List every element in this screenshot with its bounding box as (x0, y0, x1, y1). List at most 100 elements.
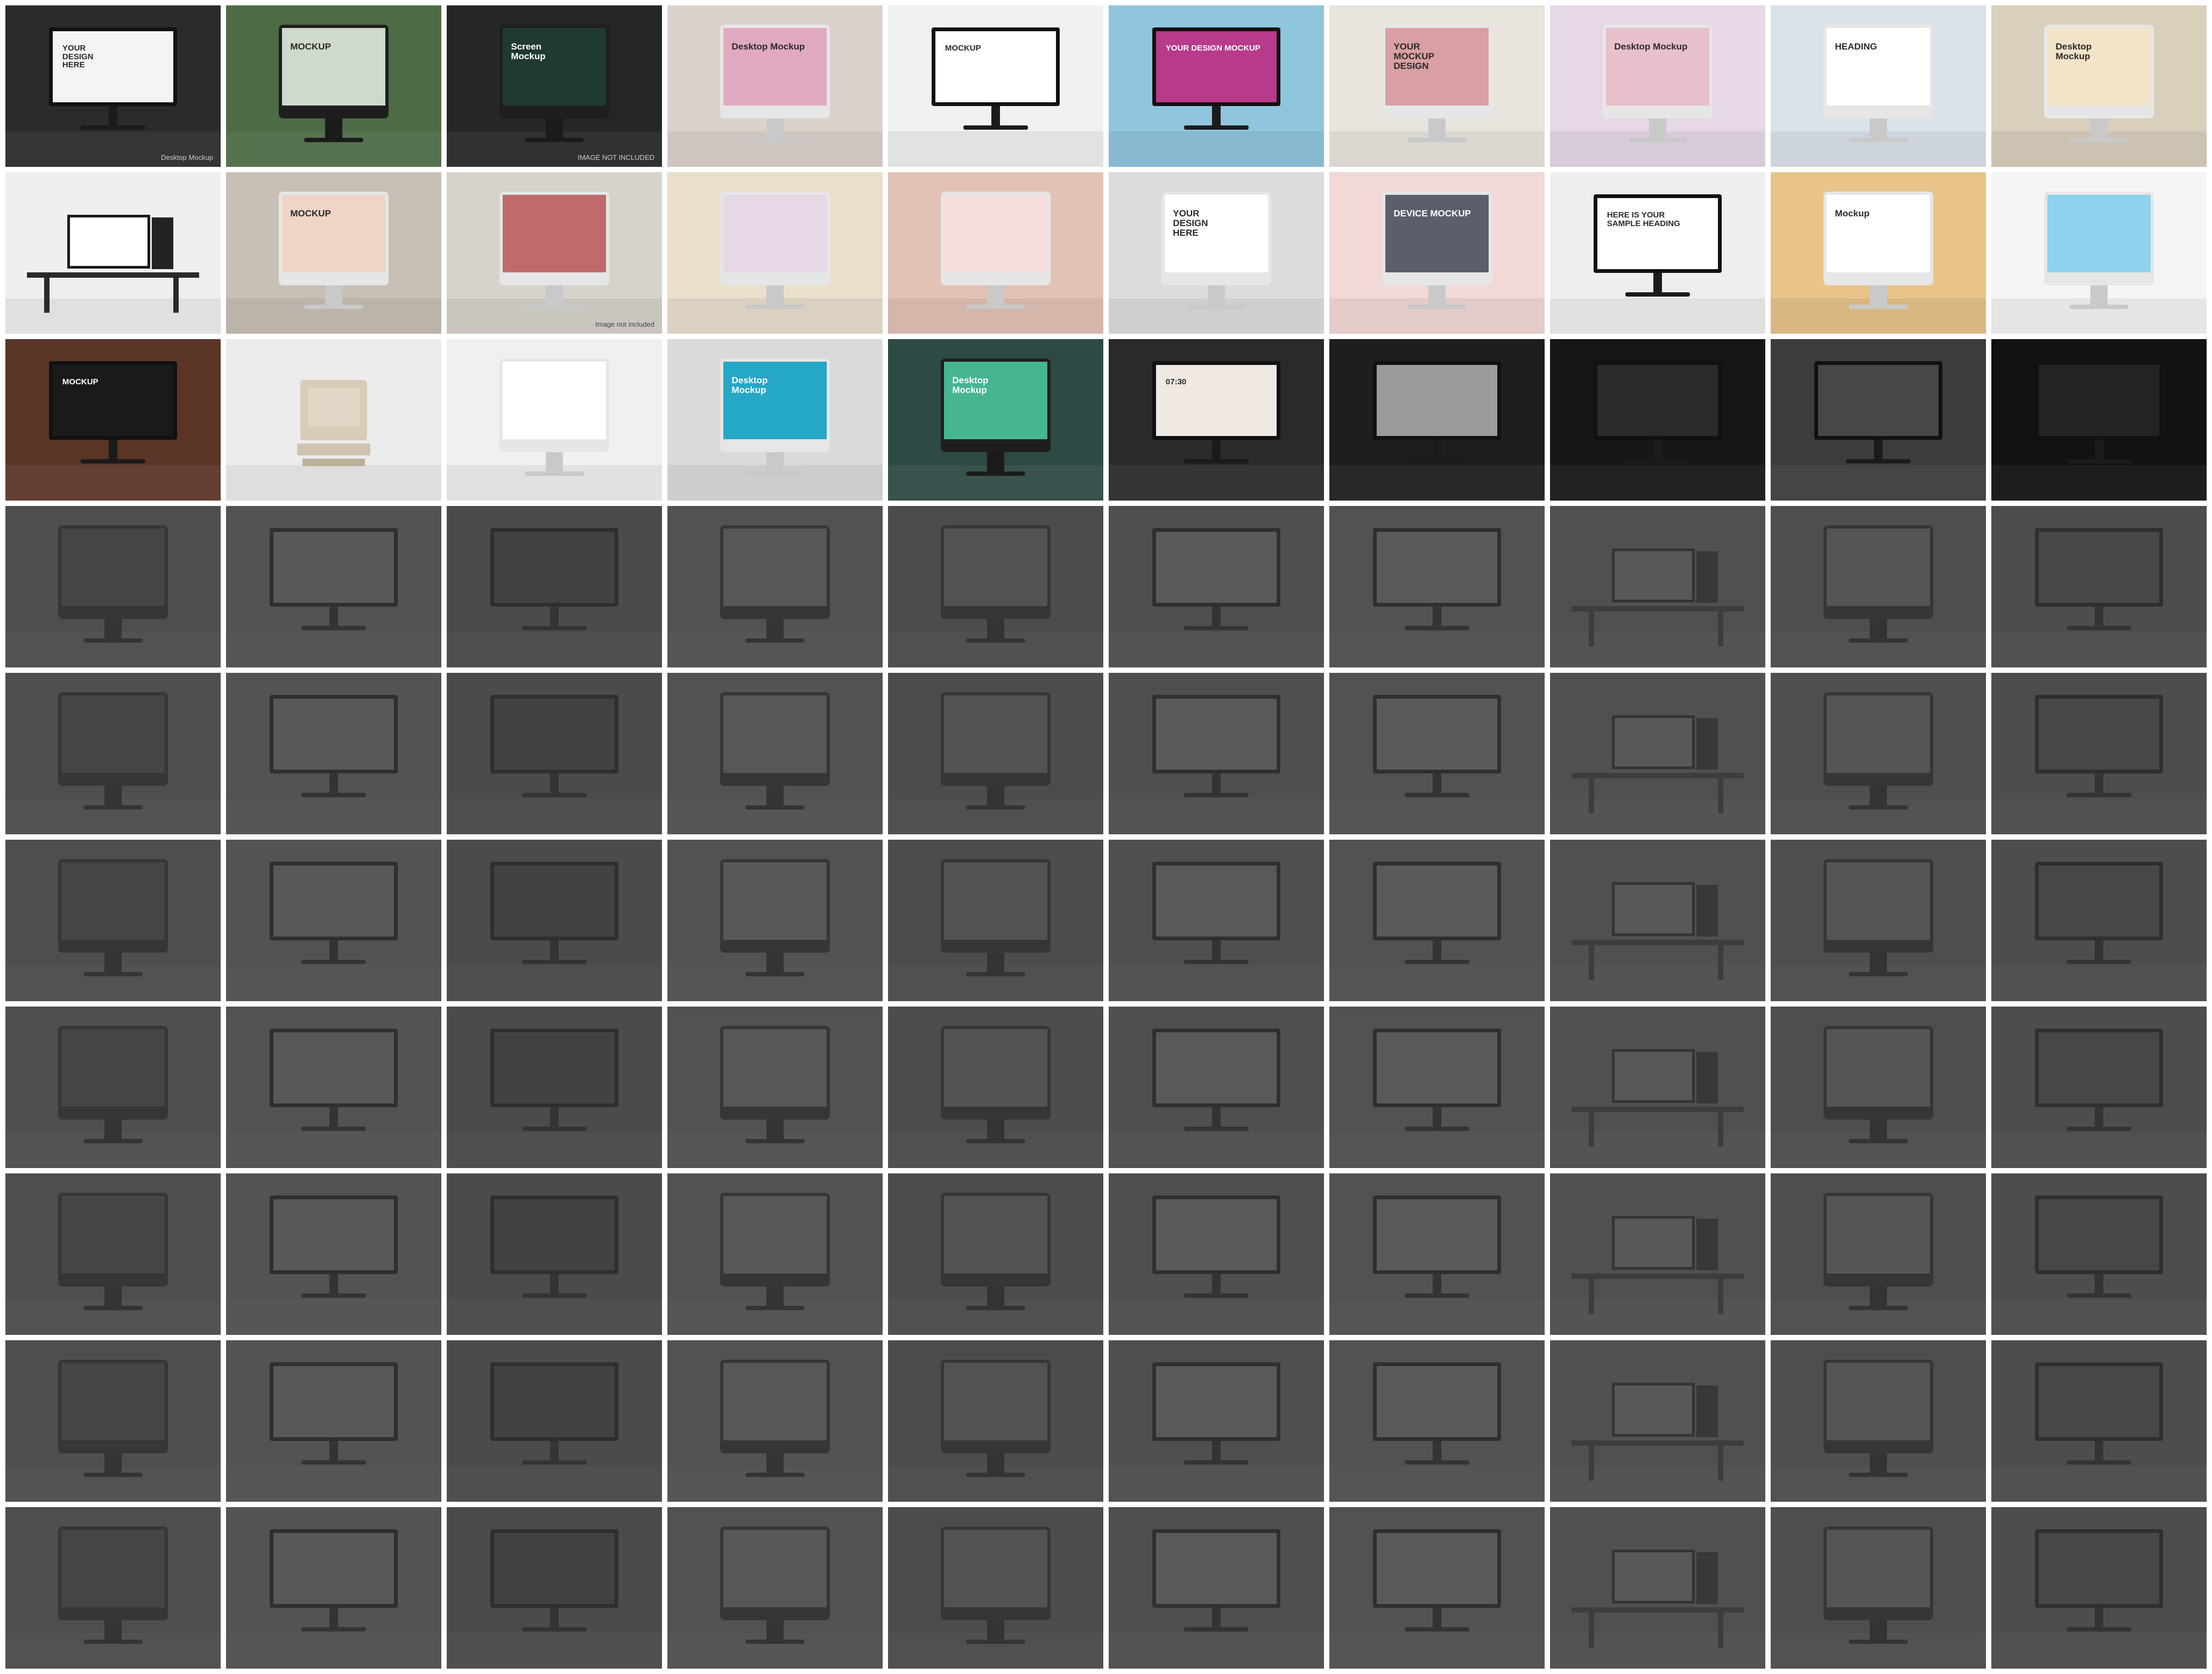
mockup-thumbnail[interactable] (1329, 1507, 1545, 1669)
mockup-thumbnail[interactable] (1771, 840, 1986, 1001)
mockup-thumbnail[interactable] (667, 506, 883, 667)
mockup-thumbnail[interactable]: MOCKUP (888, 5, 1103, 167)
mockup-thumbnail[interactable]: HEADING (1771, 5, 1986, 167)
mockup-thumbnail[interactable] (888, 506, 1103, 667)
mockup-thumbnail[interactable]: YOUR DESIGN HERE (1109, 172, 1324, 334)
mockup-thumbnail[interactable]: Desktop Mockup (667, 339, 883, 501)
mockup-thumbnail[interactable] (1991, 1340, 2207, 1502)
mockup-thumbnail[interactable] (1550, 840, 1765, 1001)
mockup-thumbnail[interactable]: MOCKUP (226, 172, 441, 334)
mockup-thumbnail[interactable] (1991, 339, 2207, 501)
mockup-thumbnail[interactable] (1771, 673, 1986, 834)
mockup-thumbnail[interactable] (447, 506, 662, 667)
mockup-thumbnail[interactable] (1991, 1173, 2207, 1335)
mockup-thumbnail[interactable] (1550, 1007, 1765, 1168)
mockup-thumbnail[interactable] (5, 1173, 221, 1335)
mockup-thumbnail[interactable] (1991, 673, 2207, 834)
mockup-thumbnail[interactable] (5, 1507, 221, 1669)
mockup-thumbnail[interactable]: YOUR DESIGN MOCKUP (1109, 5, 1324, 167)
mockup-thumbnail[interactable] (226, 1173, 441, 1335)
mockup-thumbnail[interactable]: 07:30 (1109, 339, 1324, 501)
mockup-thumbnail[interactable] (1109, 1340, 1324, 1502)
mockup-thumbnail[interactable]: Screen Mockup IMAGE NOT INCLUDED (447, 5, 662, 167)
mockup-thumbnail[interactable] (226, 1007, 441, 1168)
mockup-thumbnail[interactable] (1550, 1340, 1765, 1502)
mockup-thumbnail[interactable] (1991, 840, 2207, 1001)
mockup-thumbnail[interactable] (1550, 339, 1765, 501)
mockup-thumbnail[interactable] (226, 1340, 441, 1502)
mockup-thumbnail[interactable] (1550, 506, 1765, 667)
mockup-thumbnail[interactable] (1329, 1340, 1545, 1502)
mockup-thumbnail[interactable] (1991, 1007, 2207, 1168)
mockup-thumbnail[interactable] (5, 506, 221, 667)
mockup-thumbnail[interactable] (888, 1173, 1103, 1335)
mockup-thumbnail[interactable] (888, 172, 1103, 334)
mockup-thumbnail[interactable] (667, 840, 883, 1001)
mockup-thumbnail[interactable] (888, 673, 1103, 834)
mockup-thumbnail[interactable] (1329, 673, 1545, 834)
mockup-thumbnail[interactable] (1109, 1007, 1324, 1168)
mockup-thumbnail[interactable] (447, 1173, 662, 1335)
mockup-thumbnail[interactable] (1550, 1507, 1765, 1669)
mockup-thumbnail[interactable] (447, 1507, 662, 1669)
mockup-thumbnail[interactable] (1329, 1007, 1545, 1168)
mockup-thumbnail[interactable] (888, 1507, 1103, 1669)
mockup-thumbnail[interactable] (1109, 506, 1324, 667)
mockup-thumbnail[interactable] (447, 1340, 662, 1502)
mockup-thumbnail[interactable] (1329, 840, 1545, 1001)
mockup-thumbnail[interactable] (667, 1507, 883, 1669)
mockup-thumbnail[interactable]: Mockup (1771, 172, 1986, 334)
mockup-thumbnail[interactable] (1771, 1507, 1986, 1669)
mockup-thumbnail[interactable] (5, 1340, 221, 1502)
mockup-thumbnail[interactable]: Desktop Mockup (667, 5, 883, 167)
mockup-thumbnail[interactable]: Desktop Mockup (1550, 5, 1765, 167)
mockup-thumbnail[interactable] (447, 673, 662, 834)
mockup-thumbnail[interactable]: YOUR DESIGN HERE Desktop Mockup (5, 5, 221, 167)
mockup-thumbnail[interactable] (226, 339, 441, 501)
mockup-thumbnail[interactable] (667, 673, 883, 834)
mockup-thumbnail[interactable] (226, 673, 441, 834)
mockup-thumbnail[interactable] (447, 1007, 662, 1168)
mockup-thumbnail[interactable]: MOCKUP (5, 339, 221, 501)
mockup-thumbnail[interactable] (1771, 1007, 1986, 1168)
mockup-thumbnail[interactable] (1550, 1173, 1765, 1335)
mockup-thumbnail[interactable] (1109, 1507, 1324, 1669)
mockup-thumbnail[interactable]: MOCKUP (226, 5, 441, 167)
mockup-thumbnail[interactable] (888, 1007, 1103, 1168)
mockup-thumbnail[interactable] (447, 840, 662, 1001)
mockup-thumbnail[interactable] (1771, 339, 1986, 501)
mockup-thumbnail[interactable] (1550, 673, 1765, 834)
mockup-thumbnail[interactable] (1771, 506, 1986, 667)
mockup-thumbnail[interactable] (1991, 1507, 2207, 1669)
mockup-thumbnail[interactable] (888, 1340, 1103, 1502)
mockup-thumbnail[interactable] (888, 840, 1103, 1001)
mockup-thumbnail[interactable]: Image not included (447, 172, 662, 334)
mockup-thumbnail[interactable] (5, 673, 221, 834)
mockup-thumbnail[interactable] (1109, 1173, 1324, 1335)
mockup-thumbnail[interactable] (1329, 339, 1545, 501)
mockup-thumbnail[interactable] (5, 840, 221, 1001)
mockup-thumbnail[interactable] (1109, 673, 1324, 834)
mockup-thumbnail[interactable] (1991, 506, 2207, 667)
mockup-thumbnail[interactable] (667, 1007, 883, 1168)
mockup-thumbnail[interactable] (226, 506, 441, 667)
mockup-thumbnail[interactable] (1329, 506, 1545, 667)
mockup-thumbnail[interactable] (5, 1007, 221, 1168)
mockup-thumbnail[interactable] (667, 172, 883, 334)
mockup-thumbnail[interactable]: HERE IS YOUR SAMPLE HEADING (1550, 172, 1765, 334)
mockup-thumbnail[interactable] (667, 1173, 883, 1335)
mockup-thumbnail[interactable] (447, 339, 662, 501)
mockup-thumbnail[interactable] (5, 172, 221, 334)
mockup-thumbnail[interactable] (226, 840, 441, 1001)
mockup-thumbnail[interactable]: YOUR MOCKUP DESIGN (1329, 5, 1545, 167)
mockup-thumbnail[interactable] (226, 1507, 441, 1669)
mockup-thumbnail[interactable] (1991, 172, 2207, 334)
mockup-thumbnail[interactable] (667, 1340, 883, 1502)
mockup-thumbnail[interactable] (1329, 1173, 1545, 1335)
mockup-thumbnail[interactable]: DEVICE MOCKUP (1329, 172, 1545, 334)
mockup-thumbnail[interactable] (1771, 1340, 1986, 1502)
mockup-thumbnail[interactable]: Desktop Mockup (888, 339, 1103, 501)
mockup-thumbnail[interactable] (1771, 1173, 1986, 1335)
mockup-thumbnail[interactable]: Desktop Mockup (1991, 5, 2207, 167)
mockup-thumbnail[interactable] (1109, 840, 1324, 1001)
